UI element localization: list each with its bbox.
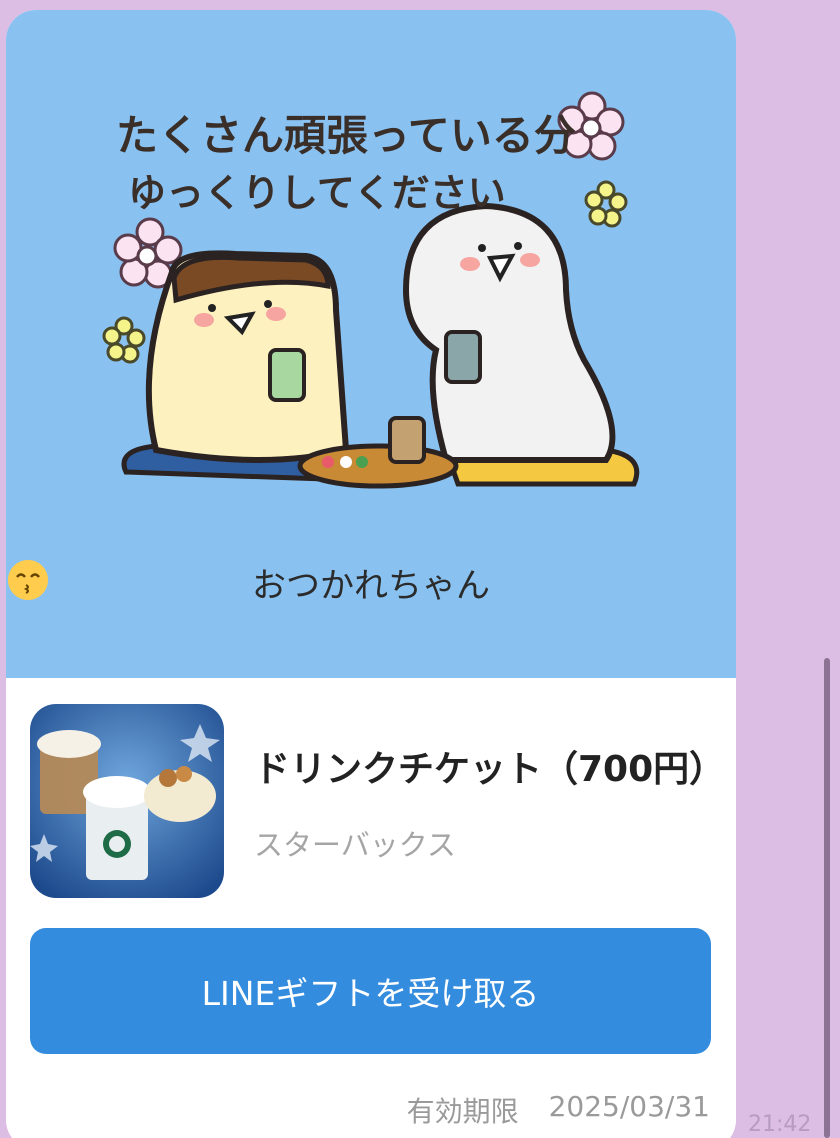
message-text: おつかれちゃん bbox=[6, 558, 736, 607]
expiry-date: 2025/03/31 bbox=[548, 1090, 710, 1123]
message-timestamp: 21:42 bbox=[748, 1112, 812, 1137]
gift-card-image: たくさん頑張っている分 ゆっくりしてください おつかれちゃん bbox=[6, 10, 736, 678]
receive-gift-button[interactable]: LINEギフトを受け取る bbox=[30, 928, 711, 1054]
message-label: おつかれちゃん bbox=[252, 566, 490, 606]
gift-message-bubble[interactable]: たくさん頑張っている分 ゆっくりしてください おつかれちゃん ドリンクチケット（… bbox=[6, 10, 736, 1138]
expiry-label: 有効期限 bbox=[406, 1095, 519, 1128]
gift-thumbnail[interactable] bbox=[30, 704, 224, 898]
sticker-text-line2: ゆっくりしてください bbox=[128, 171, 506, 215]
scrollbar[interactable] bbox=[824, 658, 830, 1138]
gift-brand: スターバックス bbox=[254, 828, 456, 862]
gift-title: ドリンクチケット（700円） bbox=[254, 749, 726, 790]
expiry-info: 有効期限 2025/03/31 bbox=[407, 1090, 710, 1130]
starbucks-drinks-image bbox=[30, 704, 224, 898]
sticker-text-line1: たくさん頑張っている分 bbox=[116, 111, 576, 160]
kissing-smiling-eyes-icon bbox=[8, 560, 48, 600]
